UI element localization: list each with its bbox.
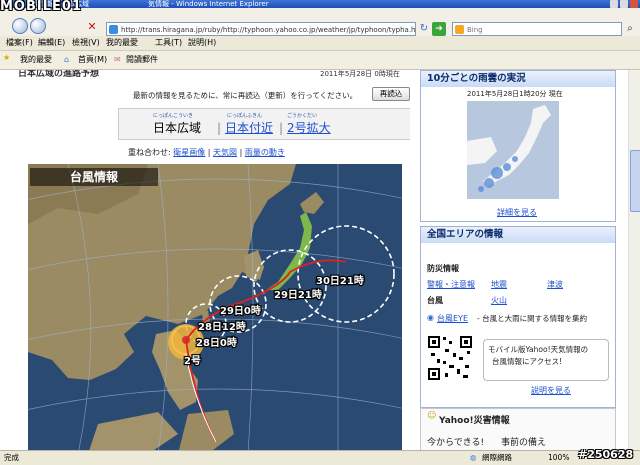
typhoon-eye-desc: - 台風と大雨に関する情報を集約 <box>477 314 588 323</box>
page-icon <box>109 25 118 34</box>
status-zoom[interactable]: 100% <box>548 451 569 465</box>
map-graphic: 30日21時 29日21時 29日0時 28日12時 28日0時 2号 <box>28 164 402 450</box>
label-typhoon-no2: 2号 <box>184 355 201 367</box>
menu-help[interactable]: 說明(H) <box>188 37 216 49</box>
view-japan-vicinity-link[interactable]: 日本付近 <box>225 121 273 135</box>
reload-button[interactable]: 再読込 <box>372 87 410 101</box>
back-button[interactable] <box>12 18 28 34</box>
favorites-bar: ★ 我的最愛 ⌂ 首頁(M) ✉ 閱讀郵件 <box>0 51 640 70</box>
view-current: 日本広域 <box>153 121 202 135</box>
bing-icon <box>455 25 464 34</box>
ruby-link2: ごうかくだい <box>287 113 318 119</box>
warning-link[interactable]: 警報・注意報 <box>427 279 475 290</box>
home-icon: ⌂ <box>64 55 70 64</box>
overlay-weathermap-link[interactable]: 天気図 <box>213 148 237 157</box>
rain-more-link[interactable]: 詳細を見る <box>497 207 537 218</box>
menu-tools[interactable]: 工具(T) <box>155 37 182 49</box>
typhoon-label: 台風 <box>427 296 443 305</box>
stop-icon[interactable]: ✕ <box>86 21 98 33</box>
watermark-id: #250628 <box>578 448 634 461</box>
overlay-satellite-link[interactable]: 衛星画像 <box>173 148 205 157</box>
mobile-line1: モバイル版Yahoo!天気情報の <box>488 345 589 354</box>
status-zone: 網際網路 <box>482 453 512 462</box>
page-date: 2011年5月28日 0時現在 <box>320 70 400 78</box>
ruby-current: にっぽんこういき <box>153 113 194 119</box>
tsunami-link[interactable]: 津波 <box>547 279 563 290</box>
disaster-title[interactable]: Yahoo!災害情報 <box>439 413 510 426</box>
search-placeholder: Bing <box>467 26 483 34</box>
rain-time: 2011年5月28日1時20分 現在 <box>467 90 563 98</box>
mobile-bubble: モバイル版Yahoo!天気情報の 台風情報にアクセス! <box>483 339 609 381</box>
menu-favorites[interactable]: 我的最愛 <box>106 37 138 49</box>
home-button[interactable]: 首頁(M) <box>78 55 107 65</box>
label-29d0h: 29日0時 <box>220 304 261 317</box>
maximize-button[interactable] <box>620 0 628 8</box>
bousai-label: 防災情報 <box>427 264 459 273</box>
disaster-right: 事前の備え <box>501 438 547 448</box>
mail-icon: ✉ <box>114 55 121 64</box>
read-mail-button[interactable]: 閱讀郵件 <box>126 55 158 65</box>
menu-edit[interactable]: 編輯(E) <box>38 37 65 49</box>
map-title: 台風情報 <box>30 168 158 186</box>
menu-view[interactable]: 檢視(V) <box>72 37 100 49</box>
vertical-scrollbar[interactable] <box>628 70 640 450</box>
address-bar[interactable]: http://trans.hiragana.jp/ruby/http://typ… <box>106 22 416 36</box>
view-switcher: にっぽんこういき にっぽんふきん ごうかくだい 日本広域 | 日本付近 | 2号… <box>118 108 410 140</box>
earthquake-link[interactable]: 地震 <box>491 279 507 290</box>
status-text: 完成 <box>4 453 19 462</box>
rain-panel-title: 10分ごとの雨雲の実況 <box>421 71 615 87</box>
qr-code-icon <box>427 335 473 381</box>
scroll-thumb[interactable] <box>630 150 640 212</box>
refresh-icon[interactable]: ↻ <box>418 22 430 36</box>
rain-panel: 10分ごとの雨雲の実況 2011年5月28日1時20分 現在 詳細を見る <box>420 70 616 222</box>
forecast-column: 日本広域の進路予想 2011年5月28日 0時現在 最新の情報を見るために、常に… <box>18 70 410 450</box>
ruby-link1: にっぽんふきん <box>227 113 263 119</box>
disaster-panel: ☺ Yahoo!災害情報 今からできる! 事前の備え <box>420 408 616 452</box>
view-separator: | <box>279 121 284 135</box>
typhoon-eye-link[interactable]: 台風EYE <box>437 313 468 324</box>
area-panel: 全国エリアの情報 防災情報 警報・注意報 地震 津波 台風 火山 ◉ 台風EYE… <box>420 226 616 408</box>
overlay-row: 重ね合わせ: 衛星画像 | 天気図 | 雨量の動き <box>128 148 285 157</box>
go-button[interactable]: ➔ <box>432 22 446 36</box>
view-separator: | <box>217 121 222 135</box>
navigation-toolbar: ✕ http://trans.hiragana.jp/ruby/http://t… <box>0 8 640 37</box>
mobile-line2: 台風情報にアクセス! <box>492 357 563 366</box>
window-title-right: 気情報 - Windows Internet Explorer <box>148 0 269 8</box>
disaster-icon: ☺ <box>427 411 437 421</box>
close-window-button[interactable] <box>630 0 638 8</box>
reload-notice: 最新の情報を見るために、常に再読込（更新）を行ってください。 <box>133 91 358 100</box>
page-title: 日本広域の進路予想 <box>18 70 100 79</box>
label-28d12h: 28日12時 <box>198 320 246 333</box>
sidebar: 10分ごとの雨雲の実況 2011年5月28日1時20分 現在 詳細を見る 全国エ… <box>420 70 616 452</box>
typhoon-map[interactable]: 30日21時 29日21時 29日0時 28日12時 28日0時 2号 台風情報 <box>28 164 402 450</box>
watermark-logo: MOBILE01 <box>0 0 82 14</box>
overlay-rain-link[interactable]: 雨量の動き <box>245 148 285 157</box>
favorites-label[interactable]: 我的最愛 <box>20 55 52 65</box>
favorites-star-icon: ★ <box>3 53 11 62</box>
volcano-link[interactable]: 火山 <box>491 295 507 306</box>
label-30d21h: 30日21時 <box>316 274 364 287</box>
disaster-left: 今からできる! <box>427 438 485 448</box>
globe-icon: ◍ <box>470 453 477 462</box>
label-29d21h: 29日21時 <box>274 288 322 301</box>
rain-radar-map[interactable] <box>467 101 559 199</box>
overlay-label: 重ね合わせ: <box>128 148 171 157</box>
area-panel-title: 全国エリアの情報 <box>421 227 615 243</box>
status-bar: 完成 ◍ 網際網路 100% <box>0 450 640 465</box>
window-controls <box>610 0 638 8</box>
menu-bar: 檔案(F) 編輯(E) 檢視(V) 我的最愛 工具(T) 說明(H) <box>0 36 640 51</box>
forward-button[interactable] <box>30 18 46 34</box>
menu-file[interactable]: 檔案(F) <box>6 37 33 49</box>
mobile-explain-link[interactable]: 説明を見る <box>531 385 571 396</box>
minimize-button[interactable] <box>610 0 618 8</box>
view-zoom-link[interactable]: 2号拡大 <box>287 121 331 135</box>
label-28d0h: 28日0時 <box>196 336 237 349</box>
search-icon[interactable]: ⌕ <box>623 22 637 36</box>
title-bar: 台風情報 - 日本広域 気情報 - Windows Internet Explo… <box>0 0 640 8</box>
eye-icon: ◉ <box>427 313 434 322</box>
search-input[interactable]: Bing <box>452 22 622 36</box>
address-text: http://trans.hiragana.jp/ruby/http://typ… <box>121 26 416 34</box>
